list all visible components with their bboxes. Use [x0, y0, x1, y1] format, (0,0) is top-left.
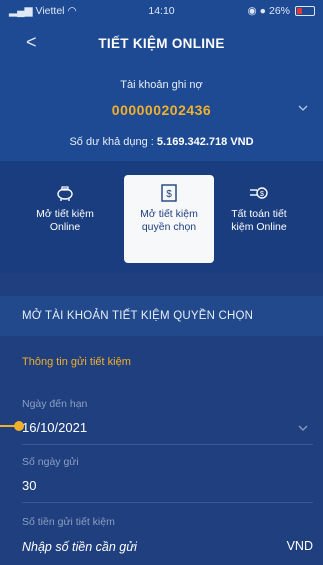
- action-row: Mở tiết kiệm Online $ Mở tiết kiệm quyền…: [0, 161, 323, 273]
- currency-unit: VND: [286, 539, 313, 553]
- status-right: ◉ ● 26%: [247, 5, 315, 17]
- navigation-bar: < TIẾT KIỆM ONLINE: [0, 22, 323, 66]
- divider: [22, 444, 313, 445]
- days-value[interactable]: 30: [22, 478, 36, 493]
- account-panel: Tài khoản ghi nợ 000000202436 Số dư khả …: [0, 66, 323, 161]
- section-title: MỞ TÀI KHOẢN TIẾT KIỆM QUYỀN CHỌN: [22, 310, 254, 322]
- due-date-label: Ngày đến hạn: [22, 398, 88, 410]
- due-date-value[interactable]: 16/10/2021: [22, 420, 87, 435]
- settle-online-savings-button[interactable]: $ Tất toán tiết kiệm Online: [214, 175, 304, 263]
- page-title: TIẾT KIỆM ONLINE: [98, 36, 225, 51]
- form-subheading: Thông tin gửi tiết kiệm: [22, 356, 131, 368]
- open-flexible-savings-button[interactable]: $ Mở tiết kiệm quyền chọn: [124, 175, 214, 263]
- amount-input[interactable]: [22, 538, 242, 556]
- pointer-dot: [14, 421, 24, 431]
- location-icon: ◉: [247, 5, 257, 17]
- status-bar: ▂▄▆ Viettel ◠ 14:10 ◉ ● 26%: [0, 0, 323, 22]
- section-header: MỞ TÀI KHOẢN TIẾT KIỆM QUYỀN CHỌN: [0, 296, 323, 336]
- available-balance: Số dư khả dụng : 5.169.342.718 VND: [69, 136, 254, 148]
- svg-text:$: $: [166, 189, 172, 200]
- battery-percent: 26%: [268, 5, 290, 17]
- open-online-savings-button[interactable]: Mở tiết kiệm Online: [20, 175, 110, 263]
- money-receipt-icon: $: [161, 184, 177, 202]
- savings-form: Thông tin gửi tiết kiệm Ngày đến hạn 16/…: [0, 336, 323, 565]
- days-label: Số ngày gửi: [22, 456, 79, 468]
- piggy-bank-icon: [57, 186, 73, 201]
- svg-text:$: $: [260, 191, 264, 198]
- balance-value: 5.169.342.718 VND: [156, 136, 254, 148]
- account-type-label: Tài khoản ghi nợ: [120, 79, 203, 91]
- divider: [22, 502, 313, 503]
- account-number[interactable]: 000000202436: [0, 102, 323, 118]
- chevron-down-icon[interactable]: [297, 102, 309, 114]
- battery-icon: [295, 6, 315, 16]
- chevron-down-icon[interactable]: [297, 422, 309, 434]
- amount-label: Số tiền gửi tiết kiệm: [22, 516, 115, 528]
- alarm-icon: ●: [259, 5, 266, 17]
- coin-transfer-icon: $: [250, 187, 268, 199]
